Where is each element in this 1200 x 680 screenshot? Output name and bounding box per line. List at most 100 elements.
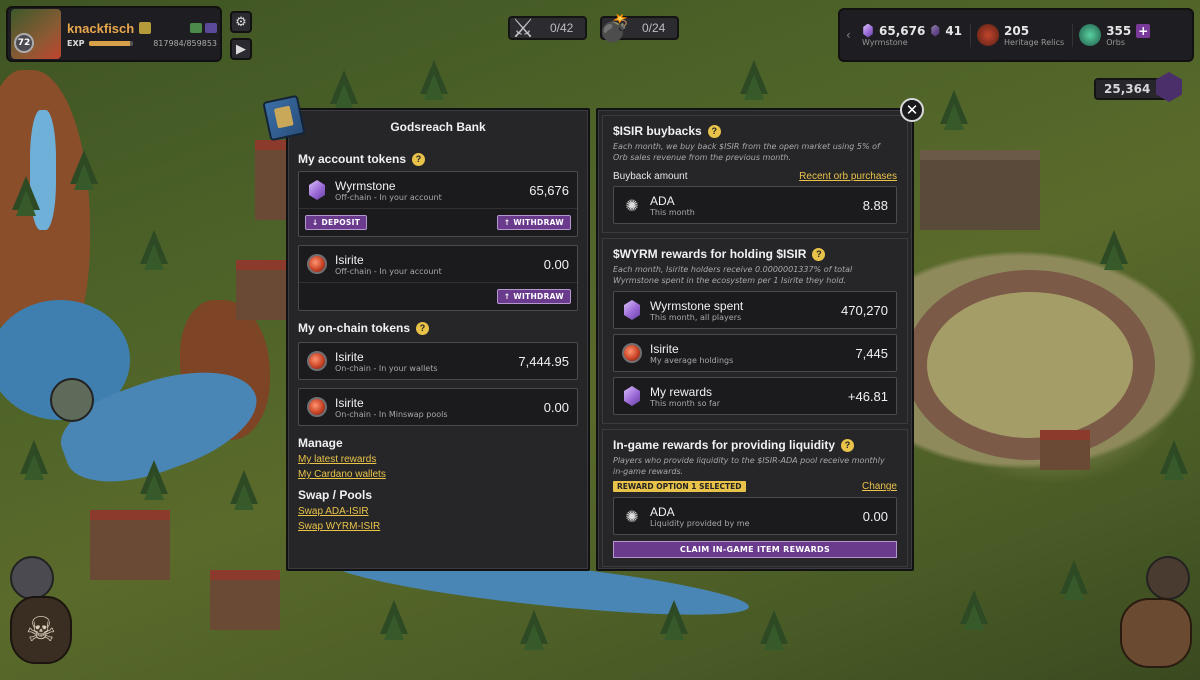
ada-liquidity-card: ✺ ADA Liquidity provided by me 0.00: [613, 497, 897, 535]
arena[interactable]: [905, 270, 1155, 460]
swap-ada-isir-link[interactable]: Swap ADA-ISIR: [298, 506, 578, 517]
wyrmstone-resource[interactable]: 65,676 41 Wyrmstone: [862, 23, 972, 47]
exp-bar-fill: [88, 40, 131, 46]
wyrmstone-account-card: Wyrmstone Off-chain - In your account 65…: [298, 171, 578, 237]
token-name: My rewards: [650, 384, 713, 399]
token-value: 8.88: [862, 197, 888, 213]
tree: [12, 176, 40, 216]
house[interactable]: [236, 260, 286, 320]
skull-icon[interactable]: ☠: [10, 596, 72, 664]
buybacks-title: $ISIR buybacks: [613, 124, 702, 138]
heritage-relic-icon: [977, 24, 1000, 46]
token-name: ADA: [650, 504, 675, 519]
token-sub: This month: [650, 207, 695, 217]
guild-badge-icon: [139, 22, 152, 34]
buybacks-heading: $ISIR buybacks ?: [613, 124, 897, 138]
help-icon[interactable]: ?: [412, 152, 426, 166]
token-sub: On-chain - In your wallets: [335, 363, 438, 373]
buy-orbs-button[interactable]: +: [1136, 23, 1151, 38]
change-link[interactable]: Change: [862, 481, 897, 492]
bomb-counter[interactable]: 💣 0/24: [599, 13, 680, 43]
deposit-button[interactable]: ↓ DEPOSIT: [305, 215, 368, 230]
isirite-holdings-card: Isirite My average holdings 7,445: [613, 334, 897, 372]
latest-rewards-link[interactable]: My latest rewards: [298, 454, 578, 465]
map-marker[interactable]: [50, 378, 94, 422]
token-value: 0.00: [543, 256, 569, 272]
help-icon[interactable]: ?: [707, 124, 721, 138]
orbs-resource[interactable]: 355 + Orbs: [1079, 23, 1158, 47]
token-value: +46.81: [847, 388, 888, 404]
orbs-label: Orbs: [1106, 37, 1126, 47]
bomb-icon: 💣: [598, 12, 632, 43]
battle-counter[interactable]: ⚔ 0/42: [508, 13, 588, 43]
help-icon[interactable]: ?: [841, 438, 855, 452]
tree: [1060, 560, 1088, 600]
token-sub: Liquidity provided by me: [650, 518, 750, 528]
wyrmstone-extra: 41: [945, 23, 963, 38]
tree: [330, 70, 358, 110]
house[interactable]: [1040, 430, 1090, 470]
recent-orb-purchases-link[interactable]: Recent orb purchases: [799, 171, 897, 182]
house[interactable]: [90, 510, 170, 580]
token-value: 0.00: [862, 508, 888, 524]
close-button[interactable]: ✕: [900, 98, 924, 122]
withdraw-isirite-button[interactable]: ↑ WITHDRAW: [496, 289, 571, 304]
tree: [960, 590, 988, 630]
map-marker[interactable]: [10, 556, 54, 600]
withdraw-wyrmstone-button[interactable]: ↑ WITHDRAW: [496, 215, 571, 230]
liquidity-note: Players who provide liquidity to the $IS…: [613, 456, 885, 476]
swap-wyrm-isir-link[interactable]: Swap WYRM-ISIR: [298, 521, 578, 532]
tree: [70, 150, 98, 190]
help-icon[interactable]: ?: [812, 247, 826, 261]
cardano-wallets-link[interactable]: My Cardano wallets: [298, 469, 578, 480]
wyrmstone-label: Wyrmstone: [862, 37, 908, 47]
token-sub: Off-chain - In your account: [335, 266, 442, 276]
player-avatar: 72: [11, 9, 61, 59]
battle-counter-value: 0/42: [550, 21, 574, 35]
ada-buyback-card: ✺ ADA This month 8.88: [613, 186, 897, 224]
player-card[interactable]: 72 knackfisch EXP 817984/859853: [6, 6, 222, 62]
tree: [1160, 440, 1188, 480]
token-name: ADA: [650, 193, 675, 208]
house[interactable]: [210, 570, 280, 630]
wyrmstone-icon: [624, 386, 640, 406]
token-value: 65,676: [529, 182, 569, 198]
heritage-resource[interactable]: 205 Heritage Relics: [977, 23, 1074, 47]
tree: [1100, 230, 1128, 270]
claim-rewards-button[interactable]: CLAIM IN-GAME ITEM REWARDS: [613, 541, 897, 558]
map-marker[interactable]: [1146, 556, 1190, 600]
play-icon[interactable]: ▶: [230, 38, 252, 60]
token-value: 0.00: [543, 399, 569, 415]
token-value: 7,444.95: [518, 353, 569, 369]
isirite-icon: [622, 343, 642, 363]
buyback-amount-label: Buyback amount: [613, 171, 688, 182]
account-tokens-heading: My account tokens ?: [298, 152, 578, 166]
chevron-left-icon[interactable]: ‹: [846, 28, 856, 42]
onchain-tokens-title: My on-chain tokens: [298, 321, 411, 335]
token-name: Isirite: [335, 349, 364, 364]
building[interactable]: [920, 150, 1040, 230]
isirite-pools-card: Isirite On-chain - In Minswap pools 0.00: [298, 388, 578, 426]
exp-label: EXP: [67, 38, 85, 48]
tree: [760, 610, 788, 650]
my-rewards-card: My rewards This month so far +46.81: [613, 377, 897, 415]
inventory-bag-icon[interactable]: [1120, 598, 1192, 668]
token-name: Isirite: [335, 395, 364, 410]
isirite-account-card: Isirite Off-chain - In your account 0.00…: [298, 245, 578, 311]
tree: [660, 600, 688, 640]
cardano-icon: ✺: [625, 195, 639, 215]
isirite-icon: [307, 351, 327, 371]
token-sub: Off-chain - In your account: [335, 192, 442, 202]
help-icon[interactable]: ?: [416, 321, 430, 335]
tree: [140, 460, 168, 500]
bank-left-panel: Godsreach Bank My account tokens ? Wyrms…: [286, 108, 590, 571]
exp-bar: [88, 40, 133, 46]
player-level: 72: [14, 33, 34, 53]
token-value: 470,270: [841, 302, 888, 318]
crossed-swords-icon: ⚔: [511, 12, 535, 43]
reward-option-badge: REWARD OPTION 1 SELECTED: [613, 481, 746, 492]
resources-bar[interactable]: ‹ 65,676 41 Wyrmstone 205 Heritage Relic…: [838, 8, 1194, 62]
settings-gear-icon[interactable]: ⚙: [230, 11, 252, 33]
token-name: Wyrmstone spent: [650, 298, 744, 313]
buybacks-note: Each month, we buy back $ISIR from the o…: [613, 142, 880, 162]
